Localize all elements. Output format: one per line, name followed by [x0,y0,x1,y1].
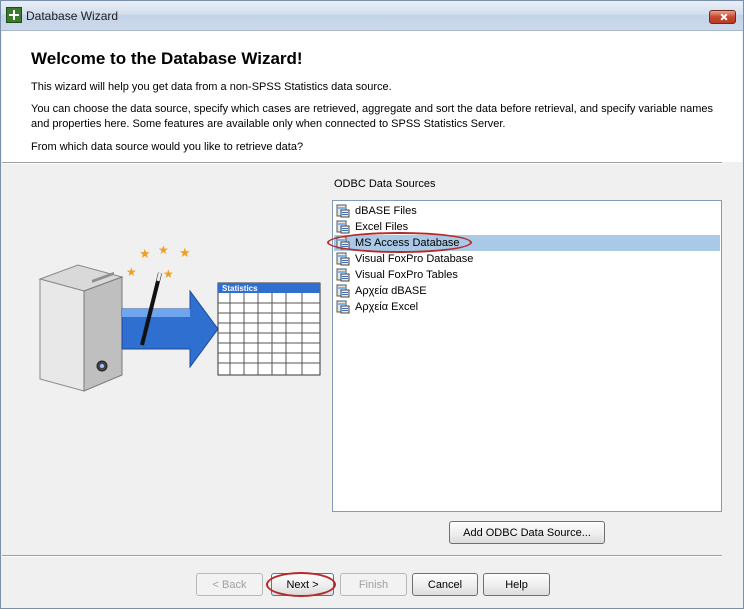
database-icon [336,204,350,218]
statistics-table-icon: Statistics [217,282,321,376]
description-text: You can choose the data source, specify … [31,103,713,130]
statistics-table-title: Statistics [222,284,258,293]
svg-text:★: ★ [139,246,151,261]
database-icon [336,252,350,266]
wizard-header: Welcome to the Database Wizard! This wiz… [2,31,742,162]
intro-text: This wizard will help you get data from … [31,81,392,93]
wizard-illustration: ★ ★ ★ ★ ★ Statistics [38,243,321,392]
list-item[interactable]: Visual FoxPro Tables [334,267,720,283]
list-item-label: dBASE Files [355,205,417,217]
database-icon [336,300,350,314]
list-item[interactable]: Αρχεία dBASE [334,283,720,299]
svg-text:★: ★ [179,245,191,260]
help-button[interactable]: Help [483,573,550,596]
svg-text:★: ★ [126,265,137,279]
next-button[interactable]: Next > [271,573,334,596]
list-item[interactable]: MS Access Database [334,235,720,251]
odbc-sources-listbox[interactable]: dBASE Files Excel Files MS Access Database… [332,200,722,512]
list-item-label: Αρχεία dBASE [355,285,427,297]
spss-app-icon [6,7,22,23]
header-divider [2,162,722,164]
page-title: Welcome to the Database Wizard! [31,49,303,68]
list-item[interactable]: dBASE Files [334,203,720,219]
svg-text:★: ★ [163,267,174,281]
cancel-button[interactable]: Cancel [412,573,478,596]
list-item-label: Αρχεία Excel [355,301,419,313]
list-item-label: Visual FoxPro Tables [355,269,458,281]
title-bar[interactable]: Database Wizard [1,1,743,31]
server-icon [38,264,124,392]
question-text: From which data source would you like to… [31,141,304,153]
list-item-label: MS Access Database [355,237,460,249]
svg-text:★: ★ [158,243,169,257]
list-item-label: Visual FoxPro Database [355,253,474,265]
list-item[interactable]: Visual FoxPro Database [334,251,720,267]
window-title: Database Wizard [26,9,119,23]
add-odbc-source-button[interactable]: Add ODBC Data Source... [449,521,605,544]
database-icon [336,220,350,234]
database-icon [336,268,350,282]
database-icon [336,284,350,298]
odbc-sources-label: ODBC Data Sources [334,178,436,190]
footer-divider [2,555,722,557]
back-button[interactable]: < Back [196,573,263,596]
finish-button[interactable]: Finish [340,573,407,596]
arrow-icon [121,289,219,369]
list-item-label: Excel Files [355,221,409,233]
list-item[interactable]: Excel Files [334,219,720,235]
list-item[interactable]: Αρχεία Excel [334,299,720,315]
database-wizard-window: Database Wizard Welcome to the Database … [0,0,744,609]
close-button[interactable] [709,10,736,24]
database-icon [336,236,350,250]
